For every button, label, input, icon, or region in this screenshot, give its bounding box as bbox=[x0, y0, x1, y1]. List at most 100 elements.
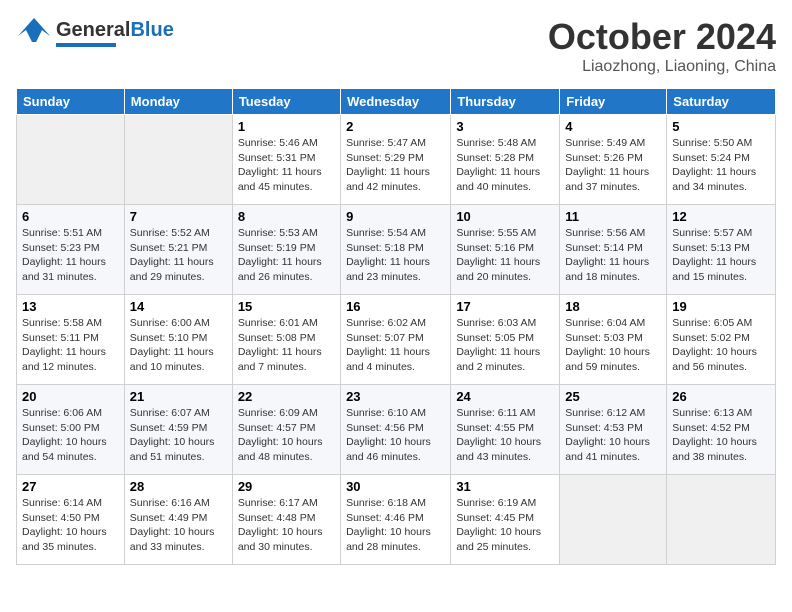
day-info: Sunrise: 5:53 AMSunset: 5:19 PMDaylight:… bbox=[238, 226, 335, 285]
day-info: Sunrise: 6:12 AMSunset: 4:53 PMDaylight:… bbox=[565, 406, 661, 465]
calendar-cell: 1 Sunrise: 5:46 AMSunset: 5:31 PMDaylight… bbox=[232, 115, 340, 205]
calendar-cell: 10Sunrise: 5:55 AMSunset: 5:16 PMDayligh… bbox=[451, 205, 560, 295]
calendar-cell: 25 Sunrise: 6:12 AMSunset: 4:53 PMDayligh… bbox=[560, 385, 667, 475]
day-info: Sunrise: 6:03 AMSunset: 5:05 PMDaylight:… bbox=[456, 316, 554, 375]
calendar-cell: 3 Sunrise: 5:48 AMSunset: 5:28 PMDaylight… bbox=[451, 115, 560, 205]
day-number: 16 bbox=[346, 299, 445, 314]
logo-general: General bbox=[56, 19, 130, 41]
day-number: 7 bbox=[130, 209, 227, 224]
day-number: 25 bbox=[565, 389, 661, 404]
logo: GeneralBlue bbox=[16, 16, 174, 49]
calendar-body: 1 Sunrise: 5:46 AMSunset: 5:31 PMDaylight… bbox=[17, 115, 776, 565]
day-info: Sunrise: 6:06 AMSunset: 5:00 PMDaylight:… bbox=[22, 406, 119, 465]
calendar-cell: 20 Sunrise: 6:06 AMSunset: 5:00 PMDayligh… bbox=[17, 385, 125, 475]
title-block: October 2024 Liaozhong, Liaoning, China bbox=[548, 16, 776, 76]
day-number: 24 bbox=[456, 389, 554, 404]
day-info: Sunrise: 6:11 AMSunset: 4:55 PMDaylight:… bbox=[456, 406, 554, 465]
header-day-wednesday: Wednesday bbox=[341, 89, 451, 115]
calendar-week-5: 27 Sunrise: 6:14 AMSunset: 4:50 PMDayligh… bbox=[17, 475, 776, 565]
calendar-cell: 31 Sunrise: 6:19 AMSunset: 4:45 PMDayligh… bbox=[451, 475, 560, 565]
calendar-cell bbox=[667, 475, 776, 565]
day-info: Sunrise: 5:47 AMSunset: 5:29 PMDaylight:… bbox=[346, 136, 445, 195]
day-number: 5 bbox=[672, 119, 770, 134]
day-number: 14 bbox=[130, 299, 227, 314]
calendar-cell: 22Sunrise: 6:09 AMSunset: 4:57 PMDayligh… bbox=[232, 385, 340, 475]
header-day-monday: Monday bbox=[124, 89, 232, 115]
day-number: 13 bbox=[22, 299, 119, 314]
day-info: Sunrise: 5:51 AMSunset: 5:23 PMDaylight:… bbox=[22, 226, 119, 285]
page-header: GeneralBlue October 2024 Liaozhong, Liao… bbox=[16, 16, 776, 76]
day-number: 29 bbox=[238, 479, 335, 494]
day-number: 28 bbox=[130, 479, 227, 494]
day-info: Sunrise: 5:52 AMSunset: 5:21 PMDaylight:… bbox=[130, 226, 227, 285]
calendar-week-4: 20 Sunrise: 6:06 AMSunset: 5:00 PMDayligh… bbox=[17, 385, 776, 475]
header-day-thursday: Thursday bbox=[451, 89, 560, 115]
day-number: 6 bbox=[22, 209, 119, 224]
day-info: Sunrise: 5:56 AMSunset: 5:14 PMDaylight:… bbox=[565, 226, 661, 285]
calendar-cell: 16 Sunrise: 6:02 AMSunset: 5:07 PMDayligh… bbox=[341, 295, 451, 385]
day-info: Sunrise: 5:54 AMSunset: 5:18 PMDaylight:… bbox=[346, 226, 445, 285]
logo-blue: Blue bbox=[130, 19, 173, 41]
day-number: 20 bbox=[22, 389, 119, 404]
day-number: 3 bbox=[456, 119, 554, 134]
day-info: Sunrise: 6:14 AMSunset: 4:50 PMDaylight:… bbox=[22, 496, 119, 555]
day-number: 10 bbox=[456, 209, 554, 224]
calendar-week-1: 1 Sunrise: 5:46 AMSunset: 5:31 PMDaylight… bbox=[17, 115, 776, 205]
calendar-cell: 29 Sunrise: 6:17 AMSunset: 4:48 PMDayligh… bbox=[232, 475, 340, 565]
calendar-cell bbox=[17, 115, 125, 205]
calendar-cell: 2 Sunrise: 5:47 AMSunset: 5:29 PMDaylight… bbox=[341, 115, 451, 205]
day-info: Sunrise: 6:13 AMSunset: 4:52 PMDaylight:… bbox=[672, 406, 770, 465]
day-info: Sunrise: 6:04 AMSunset: 5:03 PMDaylight:… bbox=[565, 316, 661, 375]
day-number: 19 bbox=[672, 299, 770, 314]
day-number: 12 bbox=[672, 209, 770, 224]
calendar-cell: 19 Sunrise: 6:05 AMSunset: 5:02 PMDayligh… bbox=[667, 295, 776, 385]
day-number: 8 bbox=[238, 209, 335, 224]
calendar-cell: 4Sunrise: 5:49 AMSunset: 5:26 PMDaylight… bbox=[560, 115, 667, 205]
calendar-cell bbox=[560, 475, 667, 565]
calendar-cell: 26 Sunrise: 6:13 AMSunset: 4:52 PMDayligh… bbox=[667, 385, 776, 475]
day-info: Sunrise: 5:58 AMSunset: 5:11 PMDaylight:… bbox=[22, 316, 119, 375]
day-info: Sunrise: 5:57 AMSunset: 5:13 PMDaylight:… bbox=[672, 226, 770, 285]
day-info: Sunrise: 6:10 AMSunset: 4:56 PMDaylight:… bbox=[346, 406, 445, 465]
calendar-cell: 13 Sunrise: 5:58 AMSunset: 5:11 PMDayligh… bbox=[17, 295, 125, 385]
day-number: 17 bbox=[456, 299, 554, 314]
day-number: 11 bbox=[565, 209, 661, 224]
day-info: Sunrise: 6:09 AMSunset: 4:57 PMDaylight:… bbox=[238, 406, 335, 465]
day-number: 26 bbox=[672, 389, 770, 404]
calendar-cell bbox=[124, 115, 232, 205]
location-title: Liaozhong, Liaoning, China bbox=[548, 58, 776, 76]
calendar-cell: 6 Sunrise: 5:51 AMSunset: 5:23 PMDaylight… bbox=[17, 205, 125, 295]
calendar-cell: 7 Sunrise: 5:52 AMSunset: 5:21 PMDaylight… bbox=[124, 205, 232, 295]
day-number: 27 bbox=[22, 479, 119, 494]
header-day-saturday: Saturday bbox=[667, 89, 776, 115]
day-info: Sunrise: 5:48 AMSunset: 5:28 PMDaylight:… bbox=[456, 136, 554, 195]
day-info: Sunrise: 6:17 AMSunset: 4:48 PMDaylight:… bbox=[238, 496, 335, 555]
calendar-table: SundayMondayTuesdayWednesdayThursdayFrid… bbox=[16, 88, 776, 565]
day-number: 18 bbox=[565, 299, 661, 314]
calendar-week-2: 6 Sunrise: 5:51 AMSunset: 5:23 PMDaylight… bbox=[17, 205, 776, 295]
day-info: Sunrise: 6:19 AMSunset: 4:45 PMDaylight:… bbox=[456, 496, 554, 555]
calendar-header-row: SundayMondayTuesdayWednesdayThursdayFrid… bbox=[17, 89, 776, 115]
day-number: 21 bbox=[130, 389, 227, 404]
day-info: Sunrise: 5:46 AMSunset: 5:31 PMDaylight:… bbox=[238, 136, 335, 195]
calendar-week-3: 13 Sunrise: 5:58 AMSunset: 5:11 PMDayligh… bbox=[17, 295, 776, 385]
day-number: 9 bbox=[346, 209, 445, 224]
day-number: 2 bbox=[346, 119, 445, 134]
header-day-tuesday: Tuesday bbox=[232, 89, 340, 115]
calendar-cell: 28 Sunrise: 6:16 AMSunset: 4:49 PMDayligh… bbox=[124, 475, 232, 565]
day-info: Sunrise: 6:02 AMSunset: 5:07 PMDaylight:… bbox=[346, 316, 445, 375]
day-number: 23 bbox=[346, 389, 445, 404]
calendar-cell: 21 Sunrise: 6:07 AMSunset: 4:59 PMDayligh… bbox=[124, 385, 232, 475]
day-info: Sunrise: 6:01 AMSunset: 5:08 PMDaylight:… bbox=[238, 316, 335, 375]
day-info: Sunrise: 6:07 AMSunset: 4:59 PMDaylight:… bbox=[130, 406, 227, 465]
calendar-cell: 30 Sunrise: 6:18 AMSunset: 4:46 PMDayligh… bbox=[341, 475, 451, 565]
calendar-cell: 23 Sunrise: 6:10 AMSunset: 4:56 PMDayligh… bbox=[341, 385, 451, 475]
day-number: 30 bbox=[346, 479, 445, 494]
day-info: Sunrise: 6:18 AMSunset: 4:46 PMDaylight:… bbox=[346, 496, 445, 555]
header-day-sunday: Sunday bbox=[17, 89, 125, 115]
day-info: Sunrise: 6:16 AMSunset: 4:49 PMDaylight:… bbox=[130, 496, 227, 555]
calendar-cell: 9 Sunrise: 5:54 AMSunset: 5:18 PMDaylight… bbox=[341, 205, 451, 295]
day-number: 31 bbox=[456, 479, 554, 494]
day-info: Sunrise: 6:05 AMSunset: 5:02 PMDaylight:… bbox=[672, 316, 770, 375]
day-number: 1 bbox=[238, 119, 335, 134]
